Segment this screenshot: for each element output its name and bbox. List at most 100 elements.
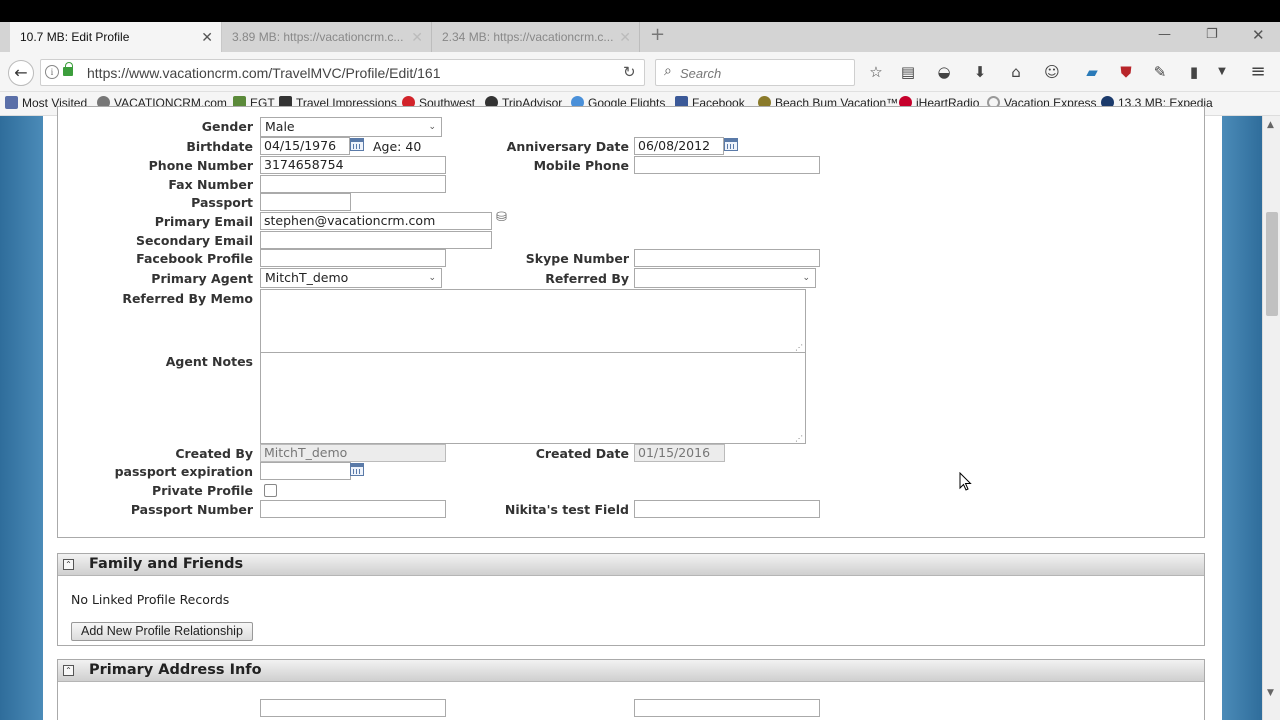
resize-grip-icon[interactable]: ⋰	[795, 434, 803, 443]
url-text[interactable]: https://www.vacationcrm.com/TravelMVC/Pr…	[87, 65, 441, 81]
facebook-profile-field[interactable]	[260, 249, 446, 267]
tab-edit-profile[interactable]: 10.7 MB: Edit Profile ✕	[10, 22, 222, 52]
extension-icon[interactable]: ▰	[1082, 62, 1102, 82]
facebook-profile-label: Facebook Profile	[136, 251, 253, 266]
passport-number-field[interactable]	[260, 500, 446, 518]
address-field-right[interactable]	[634, 699, 820, 717]
secondary-email-field[interactable]	[260, 231, 492, 249]
calendar-icon[interactable]	[350, 138, 364, 151]
primary-agent-label: Primary Agent	[151, 271, 253, 286]
chat-icon[interactable]: ☺	[1042, 62, 1062, 82]
scroll-up-icon[interactable]: ▲	[1267, 120, 1274, 130]
calendar-icon[interactable]	[724, 138, 738, 151]
reading-list-icon[interactable]: ▤	[898, 62, 918, 82]
close-icon[interactable]: ✕	[201, 29, 213, 46]
created-by-field: MitchT_demo	[260, 444, 446, 462]
calendar-icon[interactable]	[350, 463, 364, 476]
passport-expiration-label: passport expiration	[114, 464, 253, 479]
back-arrow-icon[interactable]: ←	[8, 60, 34, 86]
primary-email-label: Primary Email	[154, 214, 253, 229]
fax-number-field[interactable]	[260, 175, 446, 193]
secondary-email-label: Secondary Email	[136, 233, 253, 248]
menu-icon[interactable]: ≡	[1248, 62, 1268, 82]
collapse-icon[interactable]: ⌃	[63, 559, 74, 570]
collapse-icon[interactable]: ⌃	[63, 665, 74, 676]
bookmark-star-icon[interactable]: ☆	[866, 62, 886, 82]
primary-address-header[interactable]: ⌃ Primary Address Info	[58, 660, 1204, 682]
address-field-left[interactable]	[260, 699, 446, 717]
scroll-down-icon[interactable]: ▼	[1267, 688, 1274, 698]
chevron-down-icon: ⌄	[428, 273, 436, 283]
url-bar[interactable]: i https://www.vacationcrm.com/TravelMVC/…	[40, 59, 645, 86]
clipboard-icon[interactable]: ▮	[1184, 62, 1204, 82]
mobile-phone-field[interactable]	[634, 156, 820, 174]
skype-number-field[interactable]	[634, 249, 820, 267]
referred-by-memo-label: Referred By Memo	[122, 291, 253, 306]
tab-vacationcrm-2[interactable]: 2.34 MB: https://vacationcrm.c... ✕	[432, 22, 640, 52]
profile-details-section: Gender Male ⌄ Birthdate 04/15/1976 Age: 4…	[57, 106, 1205, 538]
panel-title: Family and Friends	[89, 556, 244, 572]
passport-field[interactable]	[260, 193, 351, 211]
page-viewport: Gender Male ⌄ Birthdate 04/15/1976 Age: 4…	[0, 106, 1280, 720]
age-text: Age: 40	[373, 139, 422, 154]
agent-notes-textarea[interactable]: ⋰	[260, 352, 806, 444]
chevron-down-icon: ⌄	[802, 273, 810, 283]
page-scrollbar[interactable]: ▲ ▼	[1262, 116, 1280, 720]
referred-by-memo-textarea[interactable]: ⋰	[260, 289, 806, 353]
created-date-field: 01/15/2016	[634, 444, 725, 462]
pocket-icon[interactable]: ◒	[934, 62, 954, 82]
verify-email-icon[interactable]: ⛁	[496, 210, 507, 225]
passport-expiration-field[interactable]	[260, 462, 351, 480]
created-by-label: Created By	[175, 446, 253, 461]
skype-number-label: Skype Number	[525, 251, 629, 266]
new-tab-icon[interactable]: +	[650, 24, 665, 45]
reload-icon[interactable]: ↻	[623, 63, 636, 81]
referred-by-select[interactable]: ⌄	[634, 268, 816, 288]
referred-by-label: Referred By	[545, 271, 629, 286]
tab-label: 2.34 MB: https://vacationcrm.c...	[442, 30, 614, 44]
nikita-test-field[interactable]	[634, 500, 820, 518]
agent-notes-label: Agent Notes	[165, 354, 253, 369]
os-top-bar	[0, 0, 1280, 22]
family-friends-header[interactable]: ⌃ Family and Friends	[58, 554, 1204, 576]
passport-number-label: Passport Number	[130, 502, 253, 517]
private-profile-label: Private Profile	[152, 483, 253, 498]
primary-email-field[interactable]: stephen@vacationcrm.com	[260, 212, 492, 230]
minimize-icon[interactable]: —	[1158, 27, 1171, 42]
created-date-label: Created Date	[535, 446, 629, 461]
ublock-icon[interactable]: ⛊	[1116, 62, 1136, 82]
close-icon[interactable]: ✕	[411, 29, 423, 46]
bookmark-icon	[5, 96, 18, 109]
page-background-left	[0, 116, 43, 720]
page-background-right	[1222, 116, 1262, 720]
private-profile-checkbox[interactable]	[264, 484, 277, 497]
search-input[interactable]: ⌕ Search	[655, 59, 855, 86]
passport-label: Passport	[191, 195, 253, 210]
gender-label: Gender	[201, 119, 253, 134]
fax-number-label: Fax Number	[168, 177, 253, 192]
add-profile-relationship-button[interactable]: Add New Profile Relationship	[71, 622, 253, 641]
anniversary-date-label: Anniversary Date	[506, 139, 629, 154]
gender-select[interactable]: Male ⌄	[260, 117, 442, 137]
panel-title: Primary Address Info	[89, 662, 262, 678]
anniversary-date-field[interactable]: 06/08/2012	[634, 137, 724, 155]
restore-icon[interactable]: ❐	[1206, 27, 1218, 42]
info-icon[interactable]: i	[45, 65, 59, 79]
primary-agent-select[interactable]: MitchT_demo ⌄	[260, 268, 442, 288]
window-close-icon[interactable]: ✕	[1252, 26, 1265, 44]
nikita-test-field-label: Nikita's test Field	[504, 502, 629, 517]
home-icon[interactable]: ⌂	[1006, 62, 1026, 82]
download-icon[interactable]: ⬇	[970, 62, 990, 82]
tab-label: 10.7 MB: Edit Profile	[20, 30, 130, 44]
tab-vacationcrm-1[interactable]: 3.89 MB: https://vacationcrm.c... ✕	[222, 22, 432, 52]
phone-number-label: Phone Number	[148, 158, 253, 173]
phone-number-field[interactable]: 3174658754	[260, 156, 446, 174]
search-icon: ⌕	[664, 63, 672, 79]
scroll-thumb[interactable]	[1266, 212, 1278, 316]
chevron-down-icon[interactable]: ▼	[1212, 62, 1232, 82]
tools-icon[interactable]: ✎	[1150, 62, 1170, 82]
birthdate-label: Birthdate	[186, 139, 253, 154]
birthdate-field[interactable]: 04/15/1976	[260, 137, 350, 155]
close-icon[interactable]: ✕	[619, 29, 631, 46]
resize-grip-icon[interactable]: ⋰	[795, 343, 803, 352]
